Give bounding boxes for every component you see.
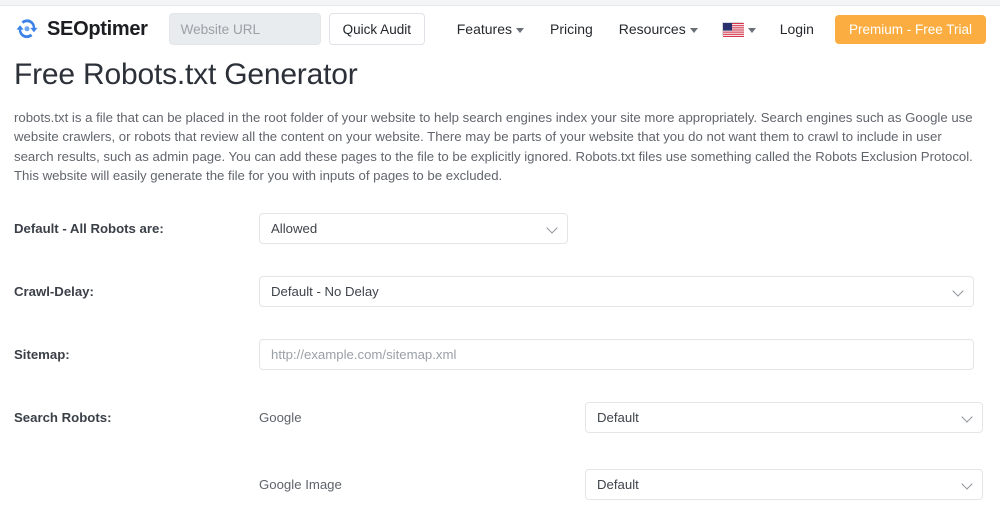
chevron-down-icon bbox=[546, 222, 558, 234]
chevron-down-icon bbox=[961, 478, 973, 490]
form-row-default-robots: Default - All Robots are: Allowed bbox=[14, 213, 986, 245]
sitemap-placeholder: http://example.com/sitemap.xml bbox=[271, 347, 457, 363]
default-robots-value: Allowed bbox=[271, 221, 318, 237]
language-selector[interactable] bbox=[711, 22, 767, 37]
quick-audit-label: Quick Audit bbox=[342, 21, 411, 37]
sitemap-input[interactable]: http://example.com/sitemap.xml bbox=[259, 339, 974, 371]
search-robot-row-google: Google Default bbox=[259, 402, 983, 434]
site-header: SEOptimer Website URL Quick Audit Featur… bbox=[0, 6, 1000, 52]
robot-value-google-image: Default bbox=[597, 477, 639, 493]
crawl-delay-field: Default - No Delay bbox=[259, 276, 974, 308]
nav-pricing-label: Pricing bbox=[549, 21, 593, 37]
premium-label: Premium - Free Trial bbox=[848, 21, 972, 37]
robots-generator-form: Default - All Robots are: Allowed Crawl-… bbox=[14, 213, 986, 529]
quick-audit-button[interactable]: Quick Audit bbox=[328, 13, 425, 45]
robot-name-google-image: Google Image bbox=[259, 477, 342, 493]
us-flag-icon bbox=[721, 22, 744, 37]
chevron-down-icon bbox=[952, 285, 964, 297]
nav-item-resources[interactable]: Resources bbox=[606, 21, 711, 37]
nav-item-pricing[interactable]: Pricing bbox=[537, 21, 606, 37]
nav-resources-label: Resources bbox=[618, 21, 686, 37]
premium-free-trial-button[interactable]: Premium - Free Trial bbox=[834, 14, 986, 44]
brand-name: SEOptimer bbox=[47, 17, 148, 40]
page-root: SEOptimer Website URL Quick Audit Featur… bbox=[0, 0, 1000, 529]
crawl-delay-label: Crawl-Delay: bbox=[14, 284, 94, 300]
crawl-delay-select[interactable]: Default - No Delay bbox=[259, 276, 974, 308]
search-robots-label: Search Robots: bbox=[14, 410, 112, 426]
form-row-search-robots: Search Robots: Google Default Google Ima… bbox=[14, 402, 986, 529]
website-url-input[interactable]: Website URL bbox=[168, 13, 321, 45]
chevron-down-icon bbox=[747, 27, 756, 33]
form-row-sitemap: Sitemap: http://example.com/sitemap.xml bbox=[14, 339, 986, 371]
sitemap-field: http://example.com/sitemap.xml bbox=[259, 339, 974, 371]
search-robot-row-google-image: Google Image Default bbox=[259, 469, 983, 501]
default-robots-label: Default - All Robots are: bbox=[14, 221, 164, 237]
nav-item-features[interactable]: Features bbox=[444, 21, 537, 37]
robot-select-google-image[interactable]: Default bbox=[585, 469, 983, 501]
main-content: Free Robots.txt Generator robots.txt is … bbox=[0, 52, 1000, 529]
search-robots-list: Google Default Google Image Default bbox=[259, 402, 983, 529]
robot-name-google: Google bbox=[259, 410, 302, 426]
page-title: Free Robots.txt Generator bbox=[14, 58, 358, 91]
chevron-down-icon bbox=[961, 411, 973, 423]
chevron-down-icon bbox=[515, 27, 524, 33]
nav-item-login[interactable]: Login bbox=[767, 21, 827, 37]
intro-paragraph: robots.txt is a file that can be placed … bbox=[14, 110, 973, 183]
nav-features-label: Features bbox=[456, 21, 512, 37]
brand-logo[interactable]: SEOptimer bbox=[14, 16, 148, 42]
robot-value-google: Default bbox=[597, 410, 639, 426]
robot-select-google[interactable]: Default bbox=[585, 402, 983, 434]
default-robots-field: Allowed bbox=[259, 213, 568, 245]
chevron-down-icon bbox=[689, 27, 698, 33]
default-robots-select[interactable]: Allowed bbox=[259, 213, 568, 245]
crawl-delay-value: Default - No Delay bbox=[271, 284, 379, 300]
website-url-placeholder: Website URL bbox=[180, 21, 260, 37]
login-label: Login bbox=[779, 21, 814, 37]
form-row-crawl-delay: Crawl-Delay: Default - No Delay bbox=[14, 276, 986, 308]
gear-cycle-icon bbox=[14, 16, 40, 42]
main-nav: Features Pricing Resources Login Premium… bbox=[444, 14, 986, 44]
sitemap-label: Sitemap: bbox=[14, 347, 70, 363]
